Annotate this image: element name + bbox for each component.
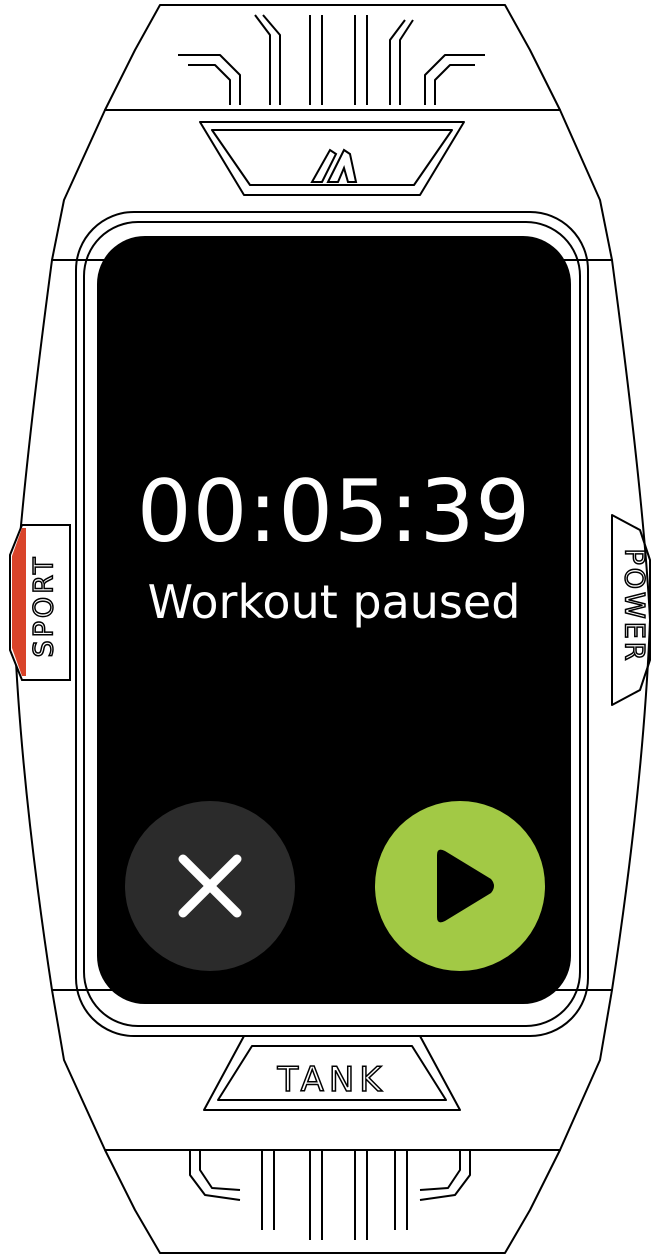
watch-screen: 00:05:39 Workout paused xyxy=(97,236,571,1004)
end-workout-button[interactable] xyxy=(125,801,295,971)
play-icon xyxy=(437,849,494,923)
sport-label: SPORT xyxy=(28,554,61,658)
workout-status: Workout paused xyxy=(147,575,521,629)
close-icon xyxy=(178,854,242,918)
resume-workout-button[interactable] xyxy=(375,801,545,971)
tank-label: TANK xyxy=(277,1059,387,1101)
power-label: POWER xyxy=(618,548,651,665)
brand-logo-icon xyxy=(310,148,358,183)
elapsed-timer: 00:05:39 xyxy=(136,462,532,562)
